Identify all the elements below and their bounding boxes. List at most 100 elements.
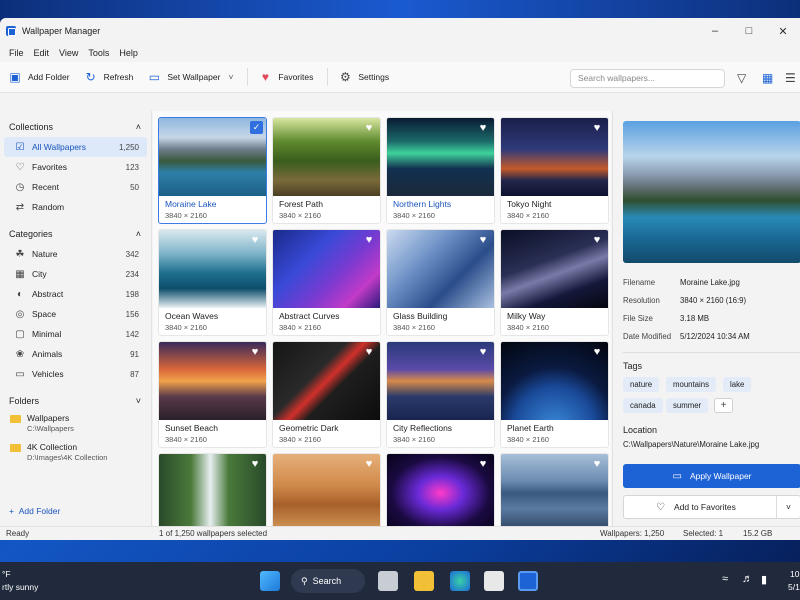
sidebar-item-random[interactable]: ⇄ Random: [4, 197, 147, 217]
favorites-button[interactable]: ♥ Favorites: [258, 70, 314, 84]
sidebar-item-all-wallpapers[interactable]: ☑ All Wallpapers 1,250: [4, 137, 147, 157]
filter-icon[interactable]: ▽: [737, 71, 746, 85]
heart-icon[interactable]: ♥: [249, 234, 261, 246]
heart-icon[interactable]: ♥: [591, 458, 603, 470]
minimize-icon[interactable]: –: [698, 25, 732, 37]
task-view-icon[interactable]: [378, 571, 398, 591]
menu-tools[interactable]: Tools: [83, 48, 114, 58]
checkmark-icon[interactable]: ✓: [250, 121, 263, 134]
chevron-down-icon[interactable]: ˅: [228, 72, 233, 82]
resolution-label: Resolution: [623, 296, 660, 305]
wallpaper-card[interactable]: ♥ Glass Building 3840 × 2160: [386, 229, 495, 336]
chevron-down-icon[interactable]: ˅: [776, 496, 800, 518]
wallpaper-card[interactable]: ♥Calm Lake3840 × 2160: [500, 453, 609, 526]
wallpaper-card[interactable]: ♥ Ocean Waves 3840 × 2160: [158, 229, 267, 336]
tag-chip[interactable]: mountains: [666, 377, 716, 392]
wallpaper-card[interactable]: ✓ Moraine Lake 3840 × 2160: [158, 117, 267, 224]
wallpaper-card[interactable]: ♥ Forest Path 3840 × 2160: [272, 117, 381, 224]
list-view-icon[interactable]: ☰: [785, 71, 796, 85]
toolbar-divider: [247, 68, 249, 86]
clock-time[interactable]: 10: [790, 569, 799, 579]
menu-bar: File Edit View Tools Help: [0, 44, 800, 62]
search-input[interactable]: Search wallpapers...: [570, 69, 725, 88]
categories-header[interactable]: Categories ˄: [0, 223, 151, 244]
heart-icon[interactable]: ♥: [591, 122, 603, 134]
heart-icon[interactable]: ♥: [249, 458, 261, 470]
sidebar-item-nature[interactable]: ☘ Nature 342: [4, 244, 147, 264]
tag-chip[interactable]: lake: [723, 377, 752, 392]
heart-icon[interactable]: ♥: [477, 234, 489, 246]
wallpaper-card[interactable]: ♥ Sunset Beach 3840 × 2160: [158, 341, 267, 448]
wallpaper-card[interactable]: ♥ Tokyo Night 3840 × 2160: [500, 117, 609, 224]
wallpaper-card[interactable]: ♥ Geometric Dark 3840 × 2160: [272, 341, 381, 448]
sidebar-item-animals[interactable]: ❀ Animals 91: [4, 344, 147, 364]
sidebar-add-folder-button[interactable]: + Add Folder: [9, 506, 60, 516]
apply-wallpaper-button[interactable]: ▭ Apply Wallpaper: [623, 464, 800, 488]
heart-icon[interactable]: ♥: [363, 346, 375, 358]
folders-header[interactable]: Folders ˅: [0, 390, 151, 411]
heart-icon[interactable]: ♥: [477, 458, 489, 470]
heart-icon[interactable]: ♥: [477, 346, 489, 358]
wallpaper-resolution: 3840 × 2160: [507, 323, 549, 332]
volume-icon[interactable]: ♬: [742, 573, 753, 585]
heart-icon[interactable]: ♥: [477, 122, 489, 134]
menu-file[interactable]: File: [4, 48, 29, 58]
heart-icon[interactable]: ♥: [363, 234, 375, 246]
start-icon[interactable]: [260, 571, 280, 591]
folder-item[interactable]: Wallpapers C:\Wallpapers: [0, 411, 151, 435]
wallpaper-card[interactable]: ♥ City Reflections 3840 × 2160: [386, 341, 495, 448]
sidebar-item-recent[interactable]: ◷ Recent 50: [4, 177, 147, 197]
sidebar-item-favorites[interactable]: ♡ Favorites 123: [4, 157, 147, 177]
wallpaper-card[interactable]: ♥ Milky Way 3840 × 2160: [500, 229, 609, 336]
maximize-icon[interactable]: □: [732, 25, 766, 37]
tag-chip[interactable]: summer: [666, 398, 709, 413]
add-to-favorites-button[interactable]: ♡ Add to Favorites ˅: [623, 495, 800, 519]
menu-edit[interactable]: Edit: [29, 48, 55, 58]
wallpaper-card[interactable]: ♥Sand Dunes3840 × 2160: [272, 453, 381, 526]
sidebar-item-abstract[interactable]: ◐ Abstract 198: [4, 284, 147, 304]
sidebar-item-minimal[interactable]: ▢ Minimal 142: [4, 324, 147, 344]
close-icon[interactable]: ✕: [766, 25, 800, 38]
menu-help[interactable]: Help: [114, 48, 143, 58]
grid-view-icon[interactable]: ▦: [762, 71, 773, 85]
heart-icon[interactable]: ♥: [249, 346, 261, 358]
add-tag-button[interactable]: +: [714, 398, 733, 413]
tag-chip[interactable]: nature: [623, 377, 660, 392]
collections-header[interactable]: Collections ˄: [0, 116, 151, 137]
wallpaper-card[interactable]: ♥ Planet Earth 3840 × 2160: [500, 341, 609, 448]
divider: [623, 352, 800, 353]
sidebar-item-city[interactable]: ▦ City 234: [4, 264, 147, 284]
edge-icon[interactable]: [450, 571, 470, 591]
wallpaper-card[interactable]: ♥ Northern Lights 3840 × 2160: [386, 117, 495, 224]
settings-button[interactable]: ⚙ Settings: [338, 70, 389, 84]
monitor-icon: ▭: [672, 470, 682, 482]
leaf-icon: ☘: [15, 248, 25, 260]
sidebar-item-space[interactable]: ◎ Space 156: [4, 304, 147, 324]
sidebar-item-vehicles[interactable]: ▭ Vehicles 87: [4, 364, 147, 384]
wallpaper-resolution: 3840 × 2160: [507, 211, 549, 220]
wifi-icon[interactable]: ≈: [722, 573, 728, 585]
folder-item[interactable]: 4K Collection D:\Images\4K Collection: [0, 440, 151, 464]
wallpaper-card[interactable]: ♥Waterfall3840 × 2160: [158, 453, 267, 526]
file-explorer-icon[interactable]: [414, 571, 434, 591]
taskbar-search[interactable]: ⚲ Search: [291, 569, 365, 593]
refresh-button[interactable]: ↻ Refresh: [84, 70, 134, 84]
wallpaper-thumbnail: ♥: [501, 118, 608, 196]
store-icon[interactable]: [484, 571, 504, 591]
clock-date[interactable]: 5/1: [788, 582, 800, 592]
tag-chip[interactable]: canada: [623, 398, 663, 413]
wallpaper-card[interactable]: ♥Neon Tunnel3840 × 2160: [386, 453, 495, 526]
heart-outline-icon: ♡: [656, 501, 665, 513]
heart-icon[interactable]: ♥: [363, 122, 375, 134]
heart-icon[interactable]: ♥: [591, 346, 603, 358]
heart-icon[interactable]: ♥: [363, 458, 375, 470]
clock-icon: ◷: [15, 181, 25, 193]
add-folder-button[interactable]: ▣ Add Folder: [8, 70, 69, 84]
menu-view[interactable]: View: [54, 48, 83, 58]
modified-label: Date Modified: [623, 332, 672, 341]
wallpaper-manager-taskbar-icon[interactable]: [518, 571, 538, 591]
heart-icon[interactable]: ♥: [591, 234, 603, 246]
set-wallpaper-button[interactable]: ▭ Set Wallpaper ˅: [147, 70, 234, 84]
battery-icon[interactable]: ▮: [761, 573, 767, 586]
wallpaper-card[interactable]: ♥ Abstract Curves 3840 × 2160: [272, 229, 381, 336]
